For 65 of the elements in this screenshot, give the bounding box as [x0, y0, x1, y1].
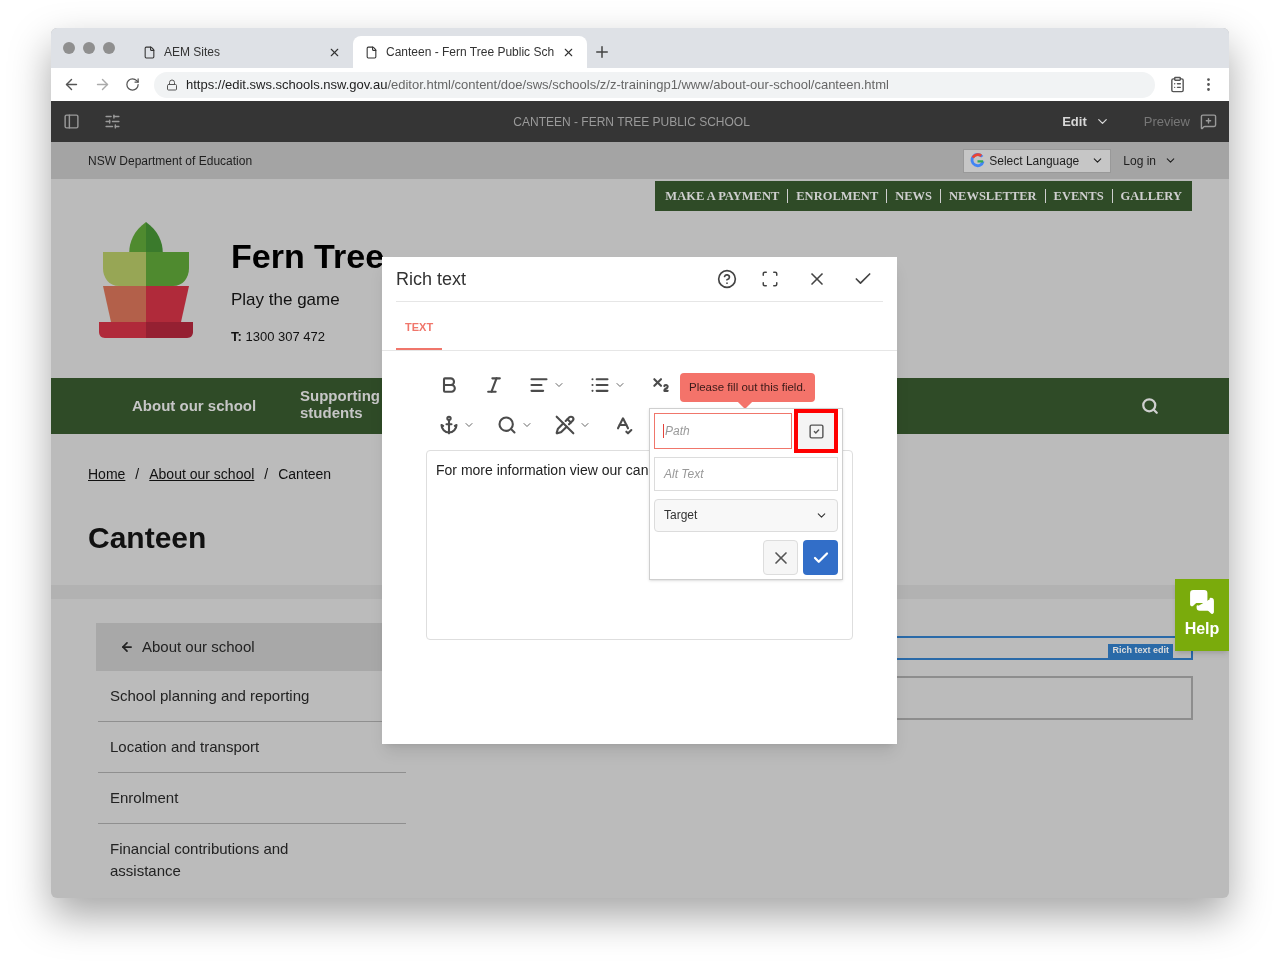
department-name: NSW Department of Education	[88, 152, 254, 170]
nav-link[interactable]: About our school	[132, 396, 257, 414]
page-title: CANTEEN - FERN TREE PUBLIC SCHOOL	[512, 113, 751, 131]
lock-icon	[166, 78, 178, 91]
confirm-button[interactable]	[803, 540, 838, 575]
validation-tooltip: Please fill out this field.	[680, 373, 815, 402]
unlink-icon	[555, 414, 575, 435]
fullscreen-icon[interactable]	[761, 270, 779, 288]
address-field[interactable]: https://edit.sws.schools.nsw.gov.au/editor.html/content/doe/sws/schools/z/z-trainingp1/www/about-our-school/canteen.html	[154, 71, 1155, 98]
anchor-icon	[439, 414, 459, 435]
breadcrumb-current: Canteen	[278, 465, 332, 484]
back-icon[interactable]	[63, 76, 80, 93]
page-icon	[143, 45, 156, 59]
clipboard-icon[interactable]	[1169, 76, 1186, 93]
language-select[interactable]: Select Language	[963, 148, 1112, 173]
annotation-icon[interactable]	[1200, 113, 1217, 130]
school-name: Fern Tree	[231, 239, 385, 273]
sidebar-link[interactable]: Financial contributions and assistance	[110, 838, 316, 882]
breadcrumb-link[interactable]: About our school	[149, 464, 255, 485]
path-placeholder: Path	[665, 423, 690, 440]
school-motto: Play the game	[231, 289, 341, 311]
side-panel-icon[interactable]	[63, 113, 80, 130]
url-path: /editor.html/content/doe/sws/schools/z/z-trainingp1/www/about-our-school/canteen.html	[387, 75, 889, 94]
g-logo-icon	[970, 153, 986, 168]
quick-link[interactable]: GALLERY	[1120, 186, 1182, 206]
quick-link[interactable]: MAKE A PAYMENT	[665, 186, 780, 206]
dialog-title: Rich text	[396, 267, 468, 291]
sidebar-link[interactable]: School planning and reporting	[110, 685, 316, 707]
quick-link[interactable]: NEWSLETTER	[949, 186, 1037, 206]
page-heading: Canteen	[87, 523, 208, 553]
breadcrumb-separator: /	[264, 465, 269, 484]
browser-tab[interactable]: Canteen - Fern Tree Public Sch	[353, 36, 588, 68]
italic-button[interactable]	[484, 374, 504, 395]
checkbox-icon	[807, 422, 825, 440]
help-icon[interactable]	[717, 269, 737, 289]
login-button[interactable]: Log in	[1123, 151, 1177, 170]
edit-mode-button[interactable]: Edit	[1062, 111, 1110, 132]
quick-link[interactable]: ENROLMENT	[796, 186, 879, 206]
sidebar-link[interactable]: Location and transport	[110, 736, 316, 758]
browse-button[interactable]	[794, 409, 838, 453]
search-icon[interactable]	[1141, 397, 1159, 415]
browser-tab[interactable]: AEM Sites	[131, 36, 353, 68]
tab-title: AEM Sites	[164, 44, 221, 61]
cancel-button[interactable]	[763, 540, 798, 575]
chat-bubbles-icon	[1189, 589, 1215, 615]
find-icon	[497, 414, 517, 435]
sliders-icon[interactable]	[104, 113, 121, 130]
component-label: Rich text edit	[1108, 644, 1173, 658]
quick-link[interactable]: EVENTS	[1053, 186, 1104, 206]
tab-title: Canteen - Fern Tree Public Sch	[386, 44, 555, 61]
unlink-button[interactable]	[555, 414, 591, 435]
reload-icon[interactable]	[125, 77, 140, 92]
alt-text-placeholder: Alt Text	[664, 465, 704, 483]
editor-text: For more information view our can	[436, 461, 649, 478]
find-button[interactable]	[497, 414, 533, 435]
page-icon	[365, 45, 378, 59]
target-select[interactable]: Target	[654, 498, 838, 532]
sidebar-link[interactable]: Enrolment	[110, 787, 316, 809]
italic-icon	[484, 374, 504, 395]
url-host: https://edit.sws.schools.nsw.gov.au	[186, 75, 388, 94]
anchor-button[interactable]	[439, 414, 475, 435]
quick-link[interactable]: NEWS	[895, 186, 933, 206]
breadcrumb-separator: /	[135, 465, 140, 484]
breadcrumb-link[interactable]: Home	[88, 464, 126, 485]
phone-number: T: 1300 307 472	[231, 327, 326, 346]
